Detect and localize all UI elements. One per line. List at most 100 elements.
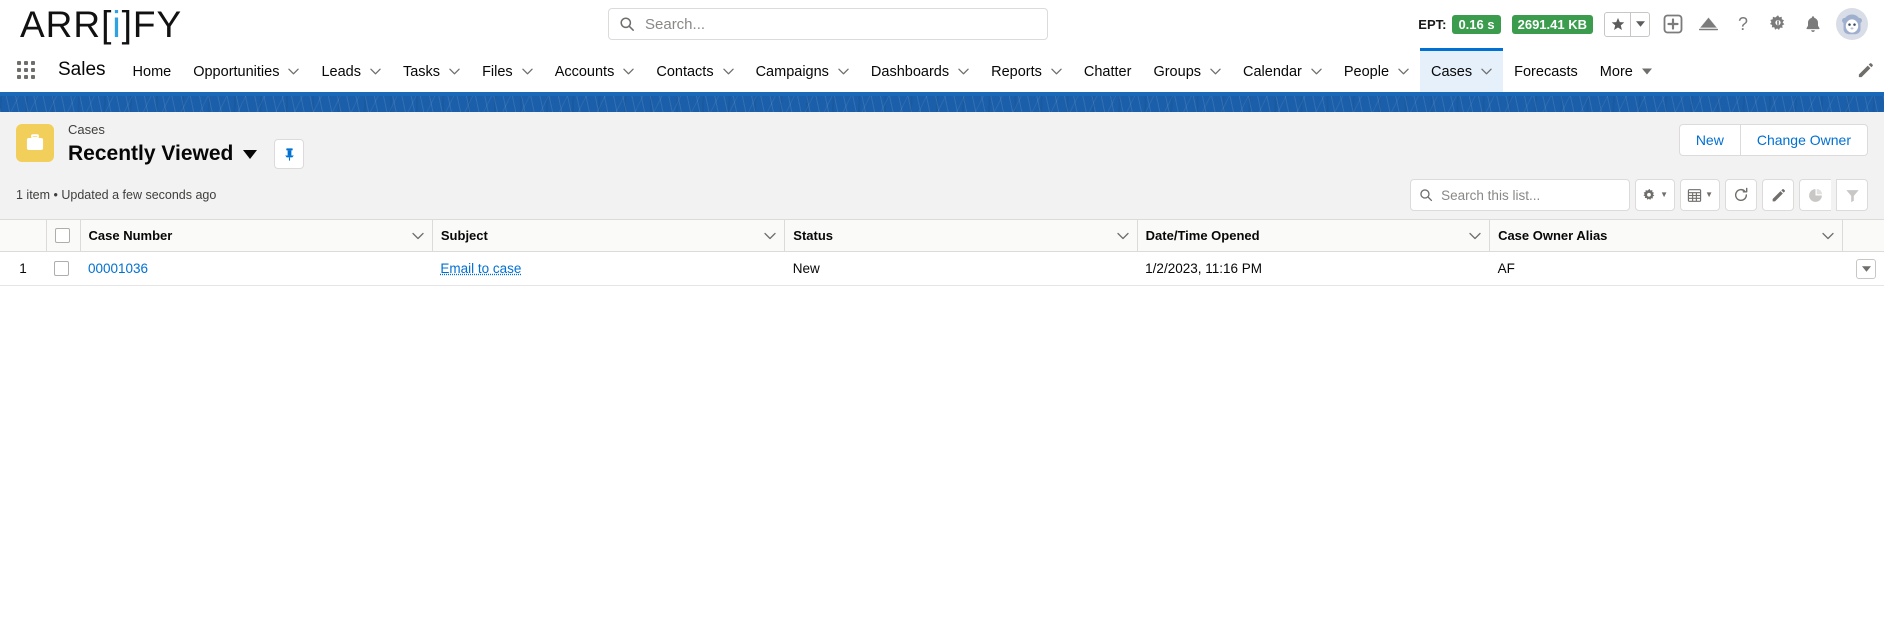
brand-logo[interactable]: ARR[i]FY xyxy=(12,6,182,43)
edit-navigation-pencil-icon[interactable] xyxy=(1857,48,1884,92)
brand-logo-accent: i xyxy=(112,3,122,45)
toggle-chart-pie-icon[interactable] xyxy=(1799,179,1831,211)
pin-list-view-icon[interactable] xyxy=(274,139,305,169)
nav-item-people[interactable]: People xyxy=(1333,48,1420,92)
chevron-down-icon[interactable] xyxy=(1117,232,1129,240)
case-number-link[interactable]: 00001036 xyxy=(88,261,148,276)
cell-case-number: 00001036 xyxy=(80,251,433,286)
nav-item-chatter[interactable]: Chatter xyxy=(1073,48,1143,92)
chevron-down-icon[interactable] xyxy=(1398,68,1409,75)
global-search-box[interactable] xyxy=(608,8,1048,40)
breadcrumb[interactable]: Cases xyxy=(68,122,304,138)
chevron-down-icon[interactable] xyxy=(521,68,533,75)
user-avatar[interactable] xyxy=(1836,8,1868,40)
header-row-actions xyxy=(1841,219,1884,252)
column-header-status[interactable]: Status xyxy=(784,219,1138,252)
chevron-down-icon[interactable] xyxy=(412,232,424,240)
nav-item-home[interactable]: Home xyxy=(122,48,183,92)
favorites-dropdown-icon[interactable] xyxy=(1631,11,1650,37)
brand-logo-part2: ]FY xyxy=(121,3,183,45)
table-head: Case Number Subject Status Date/Time Opened… xyxy=(0,219,1884,252)
chevron-down-icon[interactable] xyxy=(449,68,460,75)
new-button[interactable]: New xyxy=(1678,124,1741,156)
chevron-down-icon[interactable] xyxy=(1469,232,1481,240)
nav-item-label: Tasks xyxy=(402,63,441,80)
nav-item-tasks[interactable]: Tasks xyxy=(392,48,471,92)
nav-item-label: More xyxy=(1599,63,1633,80)
nav-item-forecasts[interactable]: Forecasts xyxy=(1503,48,1589,92)
nav-item-opportunities[interactable]: Opportunities xyxy=(182,48,310,92)
edit-pencil-icon[interactable] xyxy=(1762,179,1794,211)
display-as-table-icon[interactable]: ▼ xyxy=(1680,179,1720,211)
nav-item-label: People xyxy=(1343,63,1390,80)
nav-item-label: Cases xyxy=(1431,63,1473,80)
subject-link[interactable]: Email to case xyxy=(440,261,521,276)
nav-item-cases[interactable]: Cases xyxy=(1420,48,1504,92)
chevron-down-icon[interactable] xyxy=(1051,68,1062,75)
page-title: Recently Viewed xyxy=(68,142,234,165)
nav-item-groups[interactable]: Groups xyxy=(1142,48,1232,92)
chevron-down-icon[interactable] xyxy=(764,232,776,240)
notifications-bell-icon[interactable] xyxy=(1801,12,1825,36)
nav-item-calendar[interactable]: Calendar xyxy=(1232,48,1333,92)
select-all-checkbox[interactable] xyxy=(54,228,70,243)
chevron-down-icon[interactable] xyxy=(370,68,381,75)
global-actions-plus-icon[interactable] xyxy=(1661,12,1685,36)
nav-item-leads[interactable]: Leads xyxy=(310,48,392,92)
header-select-all-cell xyxy=(45,219,80,252)
refresh-icon[interactable] xyxy=(1725,179,1757,211)
list-search-box[interactable] xyxy=(1410,179,1631,211)
setup-gear-icon[interactable] xyxy=(1766,12,1790,36)
nav-item-dashboards[interactable]: Dashboards xyxy=(860,48,980,92)
table-row[interactable]: 1 00001036 Email to case New 1/2/2023, 11:16… xyxy=(0,251,1884,286)
chevron-down-icon[interactable] xyxy=(1641,68,1652,75)
list-search-input[interactable] xyxy=(1441,187,1622,203)
column-header-case-number[interactable]: Case Number xyxy=(79,219,433,252)
column-header-case-owner-alias[interactable]: Case Owner Alias xyxy=(1489,219,1842,252)
nav-item-contacts[interactable]: Contacts xyxy=(645,48,744,92)
favorites-star-icon[interactable] xyxy=(1604,11,1631,37)
nav-item-more[interactable]: More xyxy=(1589,48,1663,92)
chevron-down-icon[interactable] xyxy=(623,68,635,75)
ept-label: EPT: xyxy=(1418,16,1447,32)
chevron-down-icon[interactable] xyxy=(1481,68,1492,75)
chevron-down-icon[interactable] xyxy=(288,68,300,75)
chevron-down-icon[interactable] xyxy=(1311,68,1322,75)
cell-case-owner-alias: AF xyxy=(1489,251,1842,286)
nav-item-label: Reports xyxy=(991,63,1042,80)
change-owner-button[interactable]: Change Owner xyxy=(1740,124,1868,156)
list-header-bottom-row: 1 item • Updated a few seconds ago ▼ xyxy=(16,179,1868,219)
column-header-subject[interactable]: Subject xyxy=(431,219,785,252)
chevron-down-icon[interactable] xyxy=(958,68,969,75)
column-header-label: Case Number xyxy=(88,228,173,243)
chevron-down-icon[interactable] xyxy=(838,68,849,75)
mobile-publisher-icon[interactable] xyxy=(1696,12,1720,36)
nav-item-accounts[interactable]: Accounts xyxy=(544,48,646,92)
column-header-label: Case Owner Alias xyxy=(1498,228,1608,243)
case-briefcase-icon xyxy=(16,124,54,162)
row-checkbox[interactable] xyxy=(54,261,69,276)
list-toolbar: ▼ ▼ xyxy=(1410,179,1868,211)
chevron-down-icon[interactable] xyxy=(722,68,734,75)
list-view-controls-gear-icon[interactable]: ▼ xyxy=(1635,179,1676,211)
show-filters-funnel-icon[interactable] xyxy=(1836,179,1868,211)
list-action-button-group: New Change Owner xyxy=(1678,124,1868,156)
row-actions-dropdown-icon[interactable] xyxy=(1856,258,1876,279)
nav-item-label: Forecasts xyxy=(1514,63,1578,80)
nav-items-list: Home Opportunities Leads Tasks Files Accounts… xyxy=(122,48,1663,92)
nav-item-campaigns[interactable]: Campaigns xyxy=(745,48,860,92)
chevron-down-icon[interactable] xyxy=(1210,68,1221,75)
list-view-chevron-down-icon[interactable] xyxy=(243,149,258,159)
column-header-date-time-opened[interactable]: Date/Time Opened xyxy=(1136,219,1490,252)
app-launcher-grid[interactable] xyxy=(8,48,44,92)
ept-time-badge: 0.16 s xyxy=(1452,14,1501,34)
help-question-icon[interactable]: ? xyxy=(1731,12,1755,36)
nav-item-label: Campaigns xyxy=(755,63,829,80)
cell-status: New xyxy=(784,251,1138,286)
global-search-input[interactable] xyxy=(645,15,1037,33)
nav-item-label: Dashboards xyxy=(870,63,950,80)
nav-item-files[interactable]: Files xyxy=(471,48,544,92)
nav-item-reports[interactable]: Reports xyxy=(980,48,1073,92)
chevron-down-icon[interactable] xyxy=(1821,232,1834,240)
app-navigation-bar: Sales Home Opportunities Leads Tasks Files Ac… xyxy=(0,48,1884,92)
